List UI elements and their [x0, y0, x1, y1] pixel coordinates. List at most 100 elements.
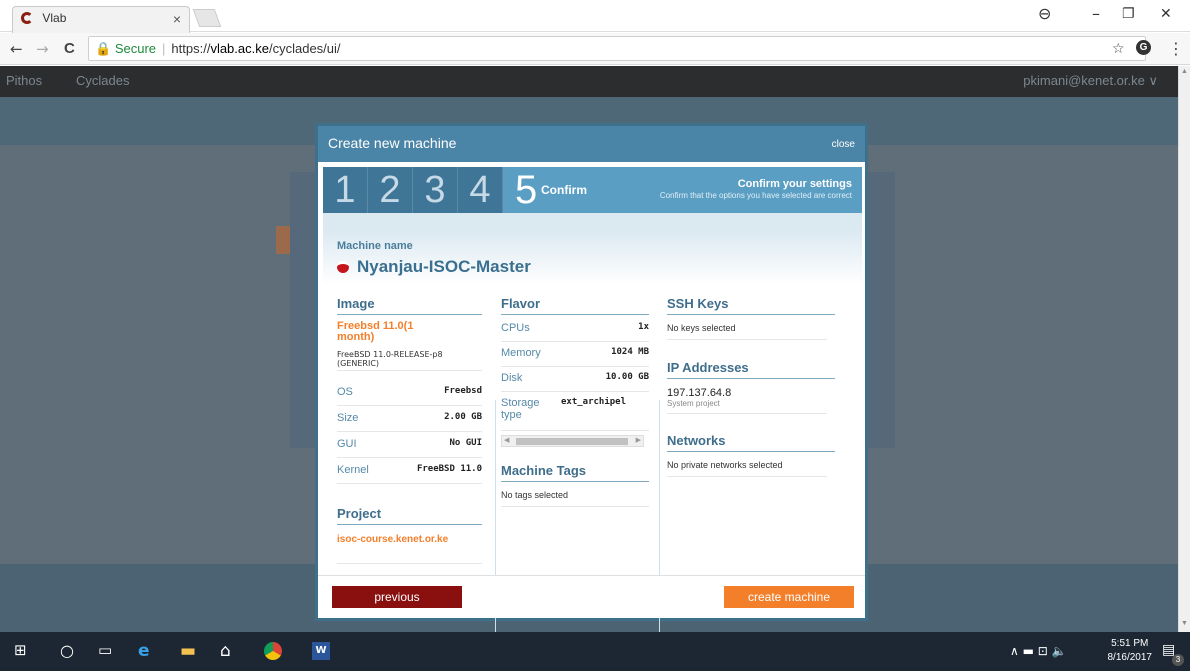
scrollbar-thumb[interactable]: [516, 438, 628, 445]
scroll-up-icon[interactable]: ▲: [1181, 68, 1188, 75]
image-os-label: OS: [337, 386, 353, 398]
task-view-icon[interactable]: ▭: [98, 641, 112, 659]
image-description: FreeBSD 11.0-RELEASE-p8 (GENERIC): [337, 350, 443, 368]
account-icon[interactable]: ⊖: [1038, 4, 1051, 23]
flavor-memory-label: Memory: [501, 347, 541, 359]
step-1[interactable]: 1: [323, 167, 368, 213]
forward-button[interactable]: →: [36, 40, 49, 58]
address-separator: |: [162, 41, 166, 56]
step-2[interactable]: 2: [368, 167, 413, 213]
new-tab-button[interactable]: [192, 9, 222, 27]
project-value: isoc-course.kenet.or.ke: [337, 534, 449, 545]
bookmark-star-icon[interactable]: ☆: [1112, 41, 1125, 57]
image-gui-value: No GUI: [449, 438, 482, 448]
image-heading: Image: [337, 296, 482, 315]
image-gui-label: GUI: [337, 438, 357, 450]
dialog-body: Machine name Nyanjau-ISOC-Master Image F…: [323, 230, 862, 650]
minimize-button[interactable]: –: [1092, 4, 1100, 23]
dialog-footer: previous create machine: [318, 575, 865, 618]
flavor-row-cpus: CPUs 1x: [501, 322, 649, 342]
extension-icon[interactable]: G: [1136, 40, 1151, 55]
image-kernel-label: Kernel: [337, 464, 369, 476]
notification-count-badge: 3: [1172, 654, 1184, 666]
flavor-memory-value: 1024 MB: [611, 347, 649, 357]
image-kernel-value: FreeBSD 11.0: [416, 464, 482, 474]
step-5-label: Confirm: [541, 183, 587, 197]
chrome-taskbar-icon[interactable]: [264, 642, 282, 660]
image-os-value: Freebsd: [444, 386, 482, 396]
dialog-header: Create new machine close: [318, 126, 865, 162]
previous-button[interactable]: previous: [332, 586, 462, 608]
scroll-right-icon[interactable]: ▶: [636, 436, 641, 444]
search-icon[interactable]: ○: [60, 641, 74, 660]
ssh-divider: [667, 339, 827, 340]
background-button: [276, 226, 290, 254]
clock-date: 8/16/2017: [1107, 652, 1153, 663]
favicon-icon: [21, 12, 33, 24]
flavor-row-storage: Storage type ext_archipel: [501, 397, 649, 431]
clock-time: 5:51 PM: [1111, 638, 1149, 649]
ip-address-project: System project: [667, 399, 720, 408]
flavor-heading: Flavor: [501, 296, 649, 315]
nav-item-cyclades[interactable]: Cyclades: [76, 73, 129, 88]
maximize-button[interactable]: ❐: [1122, 6, 1135, 22]
tab-close-icon[interactable]: ×: [173, 11, 181, 27]
dialog-title: Create new machine: [328, 135, 457, 151]
windows-taskbar: ⊞ ○ ▭ e ▬ ⌂ W ∧ ▬ ⊡ 🔈 5:51 PM 8/16/2017 …: [0, 632, 1190, 671]
machine-name-value: Nyanjau-ISOC-Master: [357, 257, 531, 276]
ip-address-value: 197.137.64.8: [667, 387, 732, 399]
flavor-row-disk: Disk 10.00 GB: [501, 372, 649, 392]
scroll-down-icon[interactable]: ▼: [1181, 620, 1188, 627]
edge-browser-icon[interactable]: e: [138, 641, 150, 661]
project-heading: Project: [337, 506, 482, 525]
machine-tags-heading: Machine Tags: [501, 463, 649, 482]
tab-title: Vlab: [42, 11, 67, 25]
networks-value: No private networks selected: [667, 460, 783, 470]
nav-item-pithos[interactable]: Pithos: [6, 73, 42, 88]
secure-label: Secure: [114, 41, 157, 56]
flavor-storage-value: ext_archipel: [561, 397, 627, 407]
taskbar-clock[interactable]: 5:51 PM 8/16/2017: [1108, 637, 1153, 665]
step-4[interactable]: 4: [458, 167, 503, 213]
tab-vlab[interactable]: Vlab ×: [12, 6, 190, 33]
dialog-close-button[interactable]: close: [832, 139, 855, 150]
system-tray-icons[interactable]: ∧ ▬ ⊡ 🔈: [1010, 644, 1067, 658]
machine-tags-value: No tags selected: [501, 490, 569, 500]
user-menu[interactable]: pkimani@kenet.or.ke ∨: [1023, 73, 1158, 89]
confirm-subtitle: Confirm that the options you have select…: [659, 191, 852, 200]
flavor-storage-label: Storage type: [501, 397, 540, 421]
scroll-left-icon[interactable]: ◀: [504, 436, 509, 444]
step-3[interactable]: 3: [413, 167, 458, 213]
page-scrollbar[interactable]: ▲ ▼: [1178, 66, 1190, 632]
word-icon[interactable]: W: [312, 642, 330, 660]
tags-divider: [501, 506, 649, 507]
lock-icon: 🔒: [95, 41, 112, 56]
image-row-gui: GUI No GUI: [337, 438, 482, 458]
image-row-kernel: Kernel FreeBSD 11.0: [337, 464, 482, 484]
flavor-disk-value: 10.00 GB: [605, 372, 649, 382]
url-scheme: https://: [171, 41, 211, 56]
flavor-cpus-value: 1x: [638, 322, 649, 332]
app-navbar: Pithos Cyclades pkimani@kenet.or.ke ∨: [0, 66, 1178, 97]
project-divider: [337, 563, 482, 564]
flavor-row-memory: Memory 1024 MB: [501, 347, 649, 367]
networks-heading: Networks: [667, 433, 835, 452]
ip-divider: [667, 413, 827, 414]
store-icon[interactable]: ⌂: [220, 641, 231, 661]
chrome-menu-icon[interactable]: ⋮: [1168, 39, 1184, 58]
back-button[interactable]: ←: [10, 40, 23, 58]
address-bar[interactable]: 🔒 Secure | https://vlab.ac.ke/cyclades/ui/: [88, 36, 1146, 61]
flavor-cpus-label: CPUs: [501, 322, 530, 334]
flavor-horizontal-scrollbar[interactable]: ◀ ▶: [501, 435, 644, 447]
create-machine-button[interactable]: create machine: [724, 586, 854, 608]
machine-name-label: Machine name: [337, 240, 413, 252]
flavor-disk-label: Disk: [501, 372, 523, 384]
confirm-title: Confirm your settings: [737, 178, 852, 190]
networks-divider: [667, 476, 827, 477]
windows-start-icon[interactable]: ⊞: [14, 641, 27, 659]
reload-button[interactable]: C: [64, 40, 75, 57]
close-window-button[interactable]: ✕: [1160, 6, 1172, 22]
file-explorer-icon[interactable]: ▬: [180, 641, 196, 661]
url-path: /cyclades/ui/: [268, 41, 341, 56]
image-desc-divider: [337, 370, 482, 371]
